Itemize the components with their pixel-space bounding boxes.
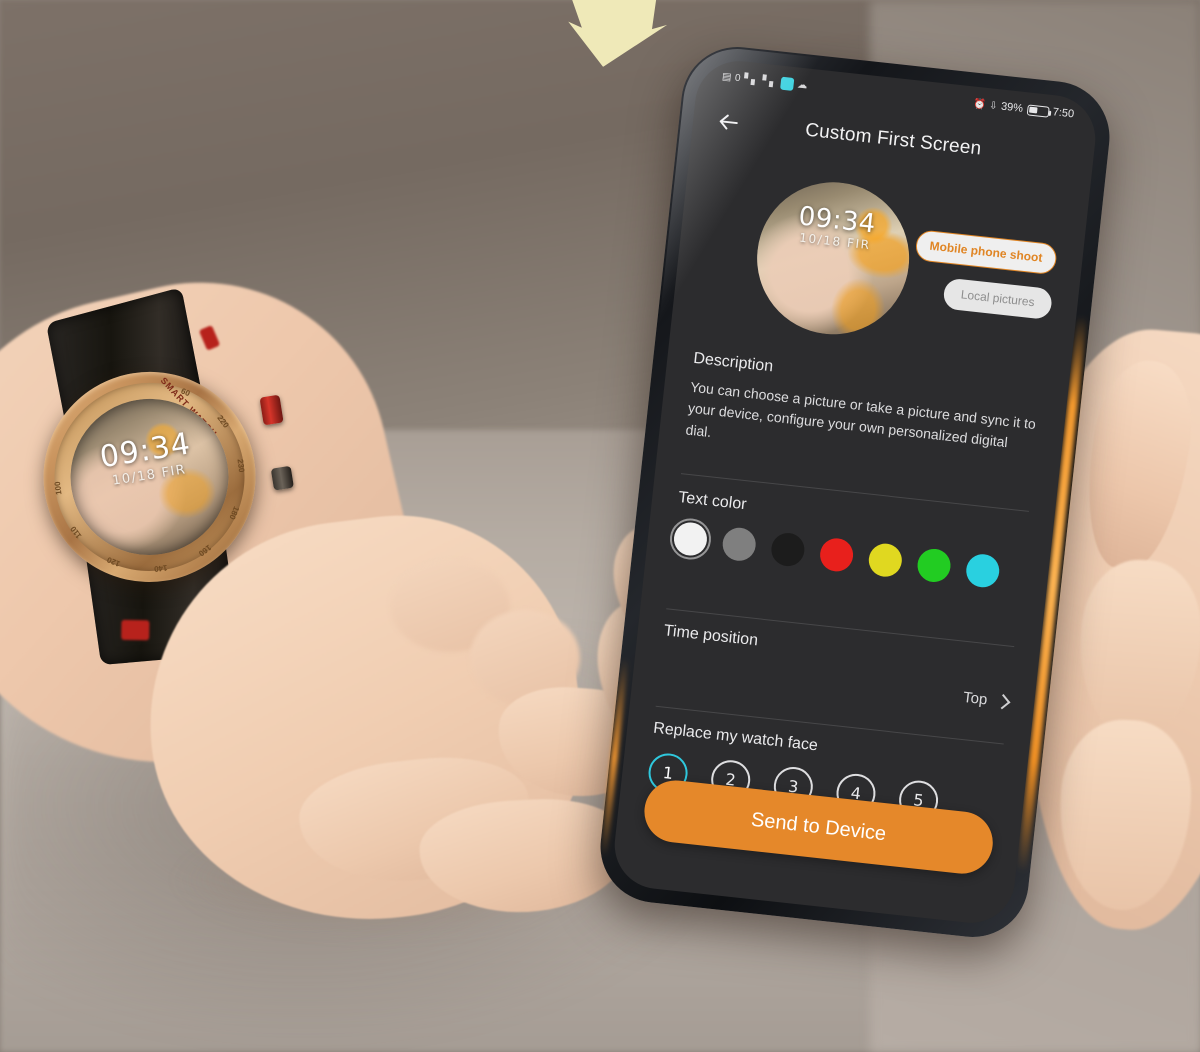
color-swatch-black[interactable]: [769, 531, 807, 568]
mobile-phone-shoot-button[interactable]: Mobile phone shoot: [914, 229, 1058, 276]
battery-percent-label: 39%: [1000, 100, 1024, 115]
sim-signal-icon: ▤: [721, 70, 732, 83]
color-swatch-cyan[interactable]: [964, 552, 1001, 589]
local-pictures-button[interactable]: Local pictures: [942, 277, 1054, 320]
alarm-clock-icon: ⏰: [972, 98, 986, 111]
sim-label: 0: [734, 72, 741, 84]
color-swatch-green[interactable]: [915, 547, 953, 584]
app-chip-icon: [779, 76, 795, 91]
strap-accent-top: [198, 325, 221, 351]
chevron-right-icon: [994, 693, 1011, 710]
battery-icon: [1026, 103, 1050, 118]
cloud-sync-icon: ☁: [796, 78, 808, 91]
photo-scene: 60 220 230 180 160 140 120 110 100 SMART WATCH 09…: [0, 0, 1200, 1052]
watch-crown-button: [259, 394, 284, 426]
strap-accent-bottom: [121, 619, 150, 641]
back-arrow-icon[interactable]: [714, 108, 743, 137]
color-swatch-red[interactable]: [818, 536, 855, 574]
status-time: 7:50: [1052, 106, 1075, 121]
signal-4g-icon: ▘▖: [743, 73, 759, 86]
watch-side-button: [270, 465, 294, 491]
signal-4g-alt-icon: ▘▖: [761, 75, 778, 88]
color-swatch-yellow[interactable]: [867, 541, 904, 579]
color-swatch-white[interactable]: [672, 520, 709, 558]
time-position-section[interactable]: Time position Top: [633, 619, 1038, 713]
image-source-buttons: Mobile phone shoot Local pictures: [909, 229, 1058, 320]
watch-face-preview[interactable]: 09:34 10/18 FIR: [749, 174, 917, 343]
bluetooth-icon: ⇩: [988, 99, 998, 112]
color-swatch-gray[interactable]: [720, 526, 758, 563]
preview-row: 09:34 10/18 FIR Mobile phone shoot Local…: [670, 152, 1089, 374]
text-color-section: Text color: [646, 486, 1053, 594]
time-position-value: Top: [962, 688, 989, 709]
